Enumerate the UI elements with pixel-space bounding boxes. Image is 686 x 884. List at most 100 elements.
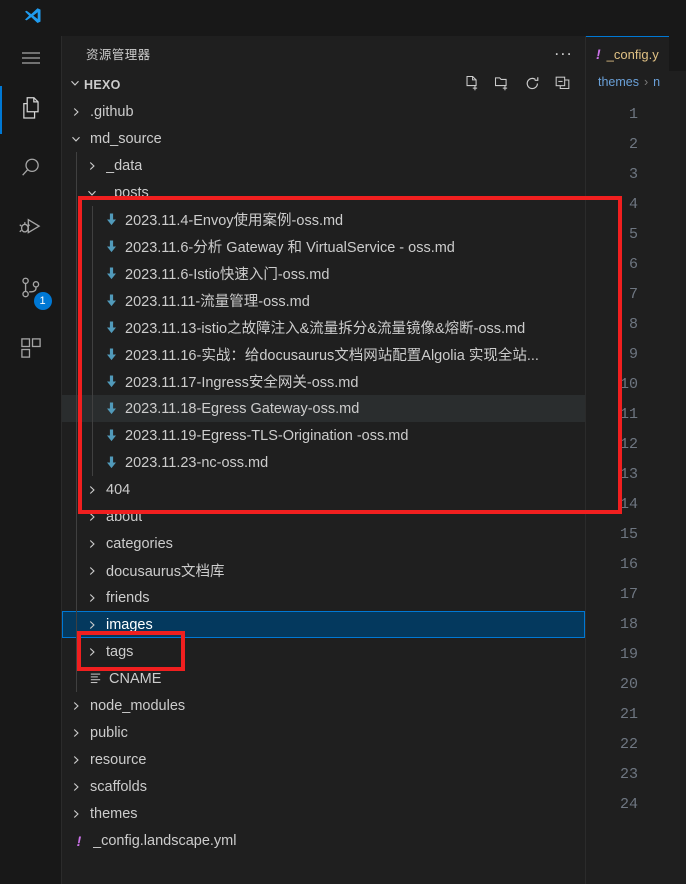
chevron-right-icon[interactable]	[84, 158, 100, 174]
tree-row[interactable]: md_source	[62, 125, 585, 152]
line-number: 18	[619, 616, 638, 633]
tree-row[interactable]: .github	[62, 98, 585, 125]
tree-row[interactable]: categories	[62, 530, 585, 557]
editor-tab-bar: ! _config.y	[586, 36, 686, 71]
chevron-right-icon[interactable]	[84, 482, 100, 498]
editor-tab-config-yml[interactable]: ! _config.y	[586, 36, 669, 71]
chevron-right-icon[interactable]	[68, 725, 84, 741]
tree-row[interactable]: 2023.11.6-Istio快速入门-oss.md	[62, 260, 585, 287]
tree-indent-guide	[76, 233, 77, 260]
tree-row-label: scaffolds	[90, 778, 147, 795]
tree-indent-guide	[92, 314, 93, 341]
tree-row-label: node_modules	[90, 697, 186, 714]
tree-row[interactable]: _data	[62, 152, 585, 179]
breadcrumb-item-themes[interactable]: themes	[598, 75, 639, 89]
chevron-right-icon[interactable]	[84, 590, 100, 606]
tree-row[interactable]: about	[62, 503, 585, 530]
tree-row[interactable]: docusaurus文档库	[62, 557, 585, 584]
chevron-right-icon[interactable]	[84, 509, 100, 525]
chevron-right-icon[interactable]	[84, 536, 100, 552]
explorer-section-header-hexo[interactable]: HEXO	[62, 71, 585, 98]
tree-row-label: 2023.11.19-Egress-TLS-Origination -oss.m…	[125, 427, 409, 444]
tree-indent-guide	[76, 152, 77, 179]
activity-bar-item-search[interactable]	[0, 140, 62, 200]
tree-row-label: 404	[106, 481, 131, 498]
code-editor[interactable]: 1 2 3 4 5 6 7 8 9 10 11 12 13 14 15 16 17 18 19 20 21 22 23 24	[586, 93, 686, 884]
tree-indent-guide	[76, 476, 77, 503]
line-number: 8	[628, 316, 638, 333]
chevron-right-icon[interactable]	[68, 698, 84, 714]
tree-row[interactable]: public	[62, 719, 585, 746]
tree-row[interactable]: 2023.11.11-流量管理-oss.md	[62, 287, 585, 314]
files-explorer-icon	[18, 95, 44, 126]
tree-row[interactable]: 2023.11.18-Egress Gateway-oss.md	[62, 395, 585, 422]
chevron-right-icon[interactable]	[68, 752, 84, 768]
tree-row[interactable]: friends	[62, 584, 585, 611]
tree-row-label: docusaurus文档库	[106, 564, 225, 580]
markdown-file-icon	[100, 455, 122, 470]
tree-row-label: themes	[90, 805, 138, 822]
tree-row[interactable]: _posts	[62, 179, 585, 206]
tree-row-label: 2023.11.18-Egress Gateway-oss.md	[125, 400, 360, 417]
hamburger-menu-icon[interactable]	[0, 36, 62, 80]
new-folder-icon[interactable]	[494, 75, 511, 95]
line-number: 21	[619, 706, 638, 723]
tree-row[interactable]: 2023.11.4-Envoy使用案例-oss.md	[62, 206, 585, 233]
tree-row[interactable]: CNAME	[62, 665, 585, 692]
chevron-right-icon[interactable]	[68, 779, 84, 795]
tree-row[interactable]: scaffolds	[62, 773, 585, 800]
tree-row[interactable]: 2023.11.17-Ingress安全网关-oss.md	[62, 368, 585, 395]
tree-row-label: 2023.11.16-实战：给docusaurus文档网站配置Algolia 实…	[125, 348, 539, 364]
tree-row-label: 2023.11.6-Istio快速入门-oss.md	[125, 267, 330, 283]
tree-row[interactable]: 2023.11.19-Egress-TLS-Origination -oss.m…	[62, 422, 585, 449]
chevron-right-icon[interactable]	[68, 806, 84, 822]
tree-row[interactable]: themes	[62, 800, 585, 827]
chevron-right-icon[interactable]	[84, 644, 100, 660]
tree-row-label: friends	[106, 589, 150, 606]
chevron-right-icon[interactable]	[84, 563, 100, 579]
text-file-icon	[84, 671, 106, 686]
tree-indent-guide	[76, 503, 77, 530]
chevron-right-icon[interactable]	[84, 617, 100, 633]
refresh-icon[interactable]	[524, 75, 541, 95]
breadcrumb-item-next[interactable]: n	[653, 75, 660, 89]
markdown-file-icon	[100, 401, 122, 416]
sidebar-more-actions-icon[interactable]: ...	[554, 41, 573, 63]
tree-row[interactable]: 2023.11.6-分析 Gateway 和 VirtualService - …	[62, 233, 585, 260]
file-tree[interactable]: .github md_source _data _posts 2023.11.4-Env…	[62, 98, 585, 884]
tree-row[interactable]: ! _config.landscape.yml	[62, 827, 585, 854]
tree-row[interactable]: node_modules	[62, 692, 585, 719]
tree-row[interactable]: 2023.11.13-istio之故障注入&流量拆分&流量镜像&熔断-oss.m…	[62, 314, 585, 341]
tree-indent-guide	[76, 206, 77, 233]
tree-row[interactable]: tags	[62, 638, 585, 665]
tree-row[interactable]: 2023.11.16-实战：给docusaurus文档网站配置Algolia 实…	[62, 341, 585, 368]
activity-bar-item-explorer[interactable]	[0, 80, 62, 140]
run-debug-icon	[18, 215, 44, 246]
extensions-blocks-icon	[18, 335, 44, 366]
tree-indent-guide	[76, 611, 77, 638]
tree-row[interactable]: 404	[62, 476, 585, 503]
chevron-down-icon[interactable]	[84, 185, 100, 201]
activity-bar-item-run-and-debug[interactable]	[0, 200, 62, 260]
editor-area: ! _config.y themes › n 1 2 3 4 5 6 7 8 9 10 11 12 13…	[586, 36, 686, 884]
tree-indent-guide	[92, 260, 93, 287]
new-file-icon[interactable]	[464, 75, 481, 95]
tree-row-label: 2023.11.6-分析 Gateway 和 VirtualService - …	[125, 240, 455, 256]
line-number: 11	[619, 406, 638, 423]
tree-row-selected[interactable]: images	[62, 611, 585, 638]
activity-bar-item-source-control[interactable]: 1	[0, 260, 62, 320]
tree-row-label: 2023.11.23-nc-oss.md	[125, 454, 269, 471]
chevron-down-icon	[68, 76, 82, 93]
collapse-all-icon[interactable]	[554, 75, 571, 95]
tree-indent-guide	[92, 449, 93, 476]
tree-indent-guide	[76, 422, 77, 449]
tree-row[interactable]: 2023.11.23-nc-oss.md	[62, 449, 585, 476]
tree-row[interactable]: resource	[62, 746, 585, 773]
chevron-down-icon[interactable]	[68, 131, 84, 147]
tree-indent-guide	[92, 395, 93, 422]
chevron-right-icon[interactable]	[68, 104, 84, 120]
tree-indent-guide	[76, 584, 77, 611]
tree-row-label: .github	[90, 103, 134, 120]
activity-bar-item-extensions[interactable]	[0, 320, 62, 380]
line-number: 16	[619, 556, 638, 573]
